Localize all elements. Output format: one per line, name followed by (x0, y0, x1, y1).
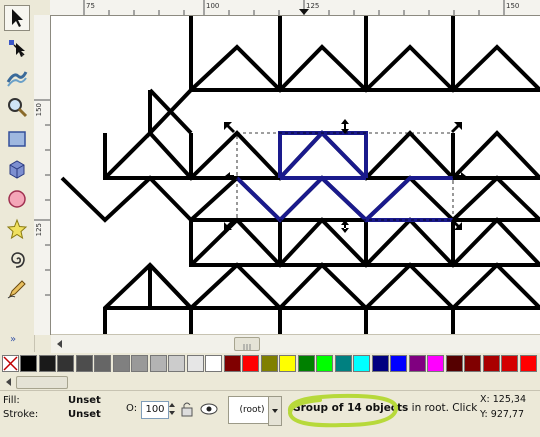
opacity-spin-icon[interactable] (168, 401, 176, 417)
color-swatch[interactable] (464, 355, 481, 372)
color-swatch[interactable] (445, 355, 463, 372)
eye-icon[interactable] (199, 401, 219, 417)
top-ruler[interactable]: 75 100 125 150 (50, 0, 540, 16)
horizontal-scrollbar[interactable] (51, 334, 540, 353)
y-value: 927,77 (490, 409, 525, 420)
color-swatch[interactable] (94, 355, 111, 372)
ruler-label-125: 125 (306, 2, 320, 10)
highlight-scribble (287, 393, 398, 428)
fill-value[interactable]: Unset (68, 395, 101, 406)
color-swatch[interactable] (223, 355, 241, 372)
no-paint-x-icon (3, 356, 18, 371)
ruler-corner (34, 0, 50, 15)
color-swatch[interactable] (297, 355, 315, 372)
color-swatch[interactable] (242, 355, 259, 372)
stroke-label: Stroke: (3, 409, 39, 420)
more-tools-button[interactable]: » (10, 334, 16, 345)
arrow-icon (12, 9, 23, 27)
color-swatch[interactable] (205, 355, 222, 372)
ruler-ticks (83, 0, 505, 15)
magnifier-icon (8, 98, 28, 118)
color-swatch[interactable] (371, 355, 389, 372)
zoom-tool[interactable] (4, 94, 30, 120)
star-tool[interactable] (4, 216, 30, 242)
horizontal-scroll-thumb[interactable] (234, 337, 260, 351)
color-swatch[interactable] (334, 355, 352, 372)
color-swatch[interactable] (427, 355, 444, 372)
color-swatch[interactable] (131, 355, 148, 372)
spiral-icon (11, 252, 25, 268)
color-swatch[interactable] (482, 355, 500, 372)
color-swatch[interactable] (38, 355, 56, 372)
color-swatch[interactable] (20, 355, 37, 372)
color-swatch[interactable] (353, 355, 370, 372)
lock-icon[interactable] (180, 401, 194, 417)
left-ruler-ticks (34, 99, 50, 296)
x-value: 125,34 (492, 394, 526, 405)
ruler-label-left-150: 150 (35, 103, 43, 117)
color-swatch[interactable] (519, 355, 537, 372)
3d-box-tool[interactable] (4, 156, 30, 182)
color-swatch[interactable] (316, 355, 333, 372)
ruler-label-75: 75 (86, 2, 95, 10)
cursor-coordinates: X: 125,34 Y: 927,77 (480, 394, 540, 420)
palette-scrollbar[interactable] (0, 374, 540, 390)
grip-icon (243, 344, 251, 350)
color-swatch[interactable] (279, 355, 296, 372)
color-palette (0, 354, 540, 374)
tweak-icon (6, 71, 28, 87)
pencil-icon (7, 280, 26, 299)
y-label: Y: (480, 409, 488, 420)
scroll-left-icon[interactable] (55, 339, 65, 349)
node-icon (9, 40, 25, 57)
palette-scroll-left-icon[interactable] (4, 377, 14, 387)
color-swatch[interactable] (501, 355, 518, 372)
opacity-input[interactable]: 100 (141, 401, 169, 419)
ruler-label-150: 150 (506, 2, 520, 10)
spiral-tool[interactable] (4, 246, 30, 272)
color-swatch[interactable] (57, 355, 74, 372)
ruler-label-left-125: 125 (35, 223, 43, 237)
color-swatch[interactable] (260, 355, 278, 372)
star-icon (6, 218, 28, 240)
opacity-label: O: (126, 403, 138, 414)
fill-label: Fill: (3, 395, 20, 406)
palette-scroll-thumb[interactable] (16, 376, 68, 389)
chevron-pattern-drawing[interactable] (51, 16, 540, 334)
toolbox: » (0, 0, 35, 352)
color-swatch[interactable] (75, 355, 93, 372)
x-label: X: (480, 394, 490, 405)
status-message-rest: in root. Click s... (411, 402, 478, 414)
color-swatch[interactable] (390, 355, 407, 372)
color-swatch[interactable] (408, 355, 426, 372)
ruler-label-100: 100 (206, 2, 220, 10)
pencil-tool[interactable] (4, 276, 30, 302)
color-swatch[interactable] (112, 355, 130, 372)
no-paint-swatch[interactable] (2, 355, 19, 372)
node-tool[interactable] (4, 35, 30, 61)
stroke-value[interactable]: Unset (68, 409, 101, 420)
drawing-canvas[interactable] (51, 16, 540, 334)
ellipse-tool[interactable] (4, 186, 30, 212)
color-swatch[interactable] (168, 355, 185, 372)
selector-tool[interactable] (4, 5, 30, 31)
circle-icon (8, 190, 26, 208)
left-ruler[interactable]: 150 125 (34, 15, 51, 335)
color-swatch[interactable] (186, 355, 204, 372)
color-swatch[interactable] (149, 355, 167, 372)
rectangle-icon (8, 131, 26, 147)
rectangle-tool[interactable] (4, 126, 30, 152)
status-bar: Fill: Unset Stroke: Unset O: 100 (root) … (0, 390, 540, 437)
tweak-tool[interactable] (4, 64, 30, 90)
3d-box-icon (9, 160, 25, 179)
